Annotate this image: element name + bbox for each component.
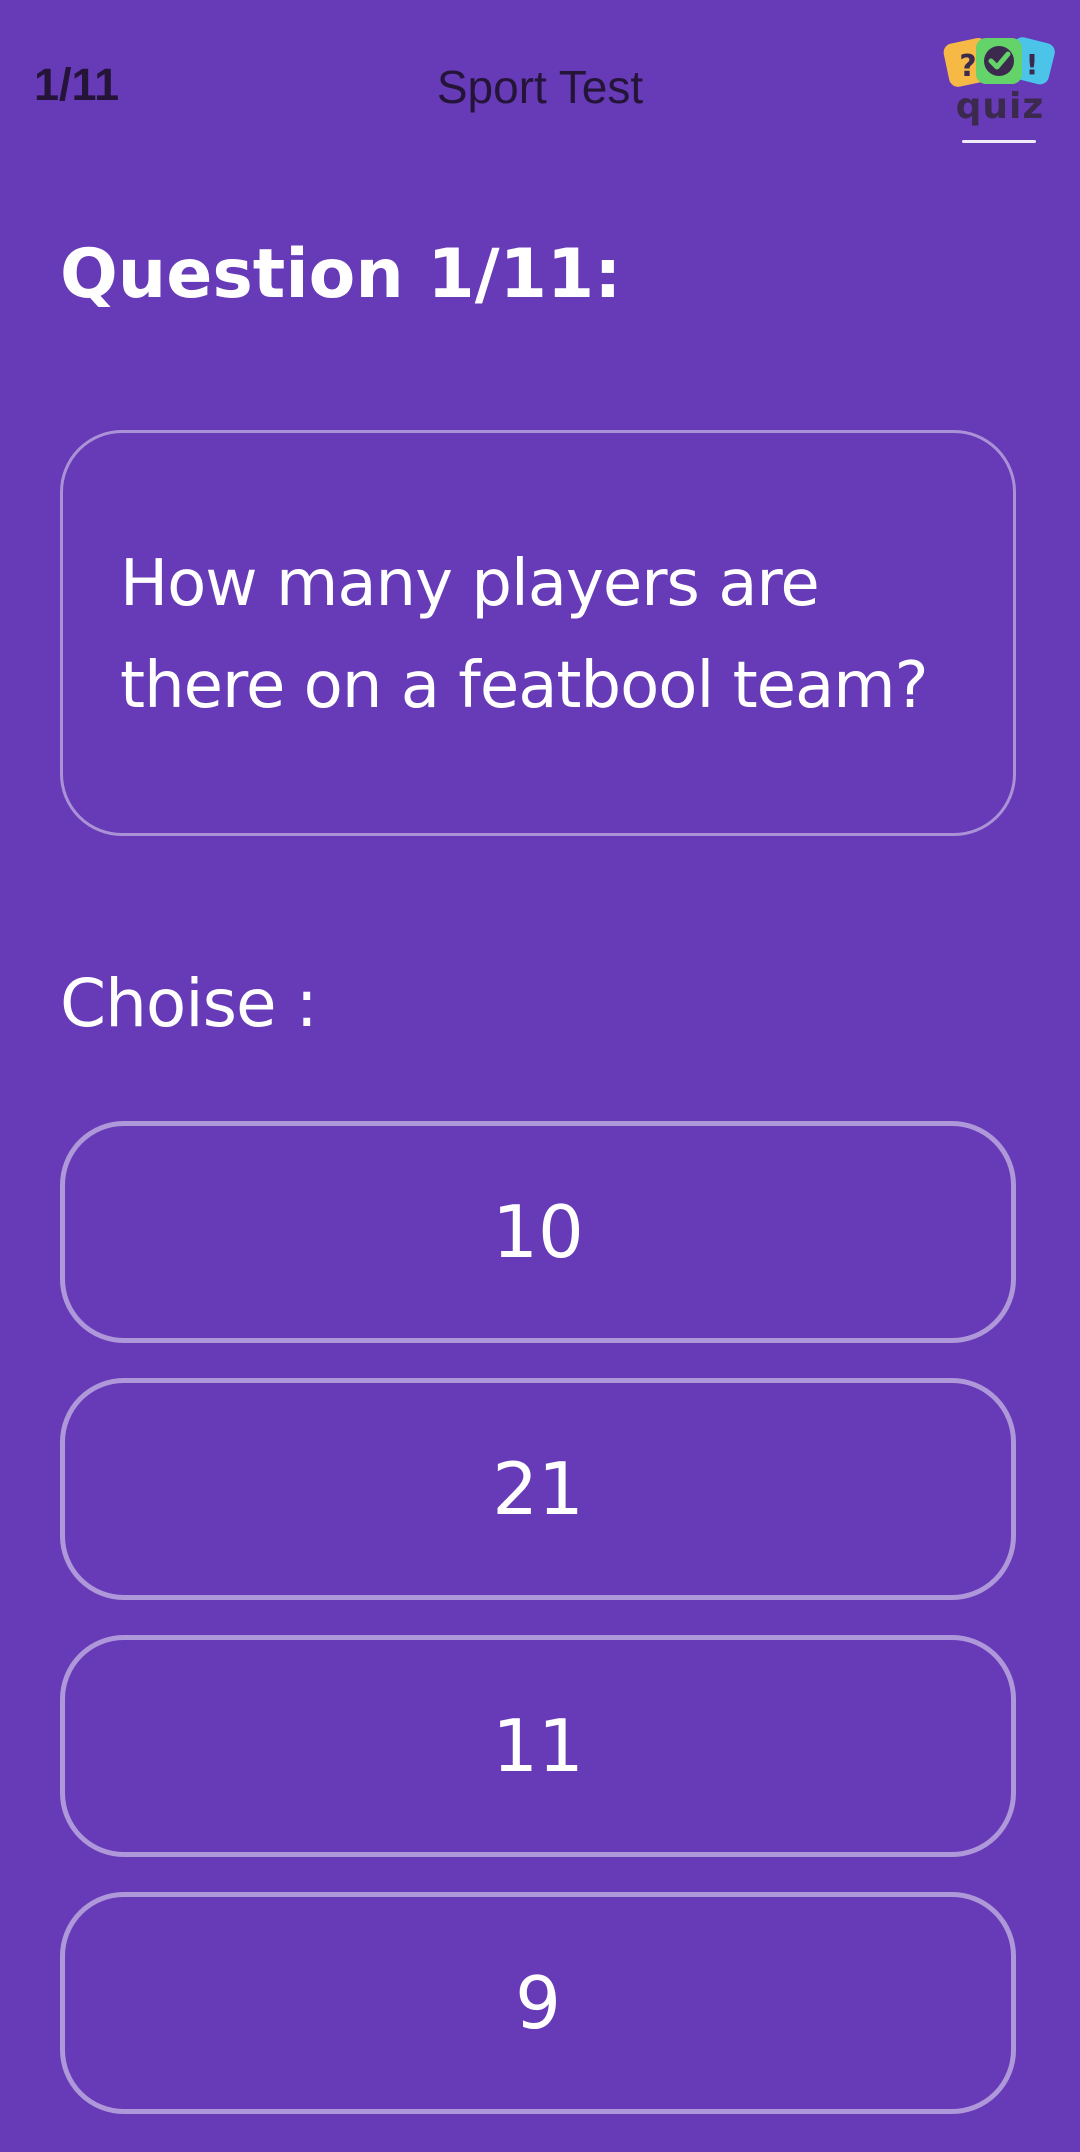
svg-text:quiz: quiz xyxy=(956,86,1045,127)
choice-label: 9 xyxy=(515,1961,561,2045)
question-heading: Question 1/11: xyxy=(60,235,622,314)
choices-list: 10 21 11 9 xyxy=(60,1121,1020,2149)
choices-label: Choise : xyxy=(60,965,318,1042)
quiz-logo-icon: ? ! quiz xyxy=(940,32,1058,150)
choice-button-2[interactable]: 21 xyxy=(60,1378,1016,1600)
choice-label: 21 xyxy=(492,1447,584,1531)
choice-label: 10 xyxy=(492,1190,584,1274)
choice-button-4[interactable]: 9 xyxy=(60,1892,1016,2114)
question-card: How many players are there on a featbool… xyxy=(60,430,1016,836)
question-text: How many players are there on a featbool… xyxy=(120,547,929,723)
svg-text:!: ! xyxy=(1026,48,1039,81)
choice-button-3[interactable]: 11 xyxy=(60,1635,1016,1857)
choice-label: 11 xyxy=(492,1704,584,1788)
choice-button-1[interactable]: 10 xyxy=(60,1121,1016,1343)
top-bar: 1/11 Sport Test ? ! quiz xyxy=(0,0,1080,180)
page-title: Sport Test xyxy=(436,61,644,113)
svg-text:?: ? xyxy=(959,49,976,84)
